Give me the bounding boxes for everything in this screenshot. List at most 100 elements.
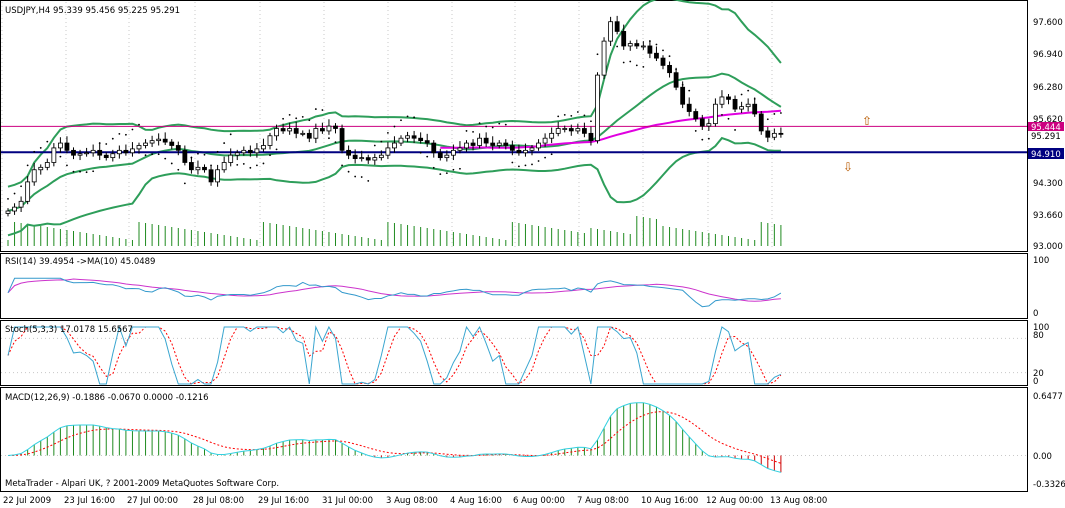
bull-candle (287, 128, 293, 132)
bull-candle (77, 153, 83, 156)
sar-dot (308, 119, 311, 122)
bull-candle (457, 147, 463, 151)
x-tick-label: 27 Jul 00:00 (127, 496, 178, 506)
bear-candle (365, 157, 371, 161)
y-tick-label: 94.300 (1033, 179, 1063, 189)
bull-candle (771, 132, 777, 138)
bull-candle (536, 142, 541, 149)
sar-dot (426, 155, 429, 158)
sar-dot (766, 118, 769, 121)
bull-candle (241, 149, 247, 154)
bull-candle (595, 74, 600, 142)
sar-dot (524, 164, 527, 167)
bull-candle (254, 148, 260, 154)
bear-candle (431, 142, 437, 154)
x-tick-label: 3 Aug 08:00 (386, 496, 438, 506)
x-tick-label: 6 Aug 00:00 (513, 496, 565, 506)
bear-candle (306, 132, 312, 139)
bull-candle (18, 200, 24, 208)
sar-dot (498, 122, 501, 125)
sar-dot (256, 164, 258, 167)
sar-dot (144, 154, 147, 157)
bear-candle (162, 138, 168, 143)
bear-candle (667, 64, 672, 74)
sar-dot (780, 112, 782, 114)
bull-candle (149, 140, 155, 144)
sar-dot (46, 140, 49, 143)
sar-dot (242, 163, 245, 165)
sar-dot (269, 154, 271, 157)
sar-dot (459, 167, 461, 170)
bull-candle (378, 154, 384, 159)
bull-candle (84, 152, 89, 155)
bear-candle (437, 152, 443, 159)
sar-dot (413, 116, 415, 119)
sar-dot (550, 153, 553, 156)
macd-y-tick: -0.3326 (1033, 480, 1065, 490)
bear-candle (123, 149, 129, 154)
bull-candle (496, 142, 502, 146)
bear-candle (726, 96, 731, 100)
bull-candle (398, 137, 404, 144)
sar-dot (622, 61, 625, 64)
rsi-y-tick: 0 (1033, 309, 1038, 319)
sar-dot (66, 164, 68, 167)
sar-dot (478, 122, 481, 125)
x-tick-label: 4 Aug 16:00 (450, 496, 502, 506)
sar-dot (419, 151, 422, 154)
sar-dot (387, 131, 389, 134)
bear-candle (411, 135, 417, 139)
sar-dot (314, 108, 317, 110)
sar-dot (354, 175, 357, 178)
bull-candle (234, 152, 240, 156)
sar-dot (511, 161, 514, 164)
sar-dot (747, 89, 750, 92)
sar-dot (26, 164, 29, 167)
sar-dot (740, 93, 743, 96)
bear-candle (64, 142, 70, 151)
bull-candle (116, 149, 122, 155)
sar-dot (275, 148, 278, 151)
bear-candle (175, 145, 181, 151)
bull-candle (739, 106, 744, 110)
sar-dot (39, 147, 42, 149)
sar-dot (727, 117, 730, 120)
bear-candle (582, 128, 587, 134)
x-axis: 22 Jul 2009 23 Jul 16:00 27 Jul 00:00 28… (3, 496, 827, 506)
bull-candle (464, 142, 469, 149)
sar-dot (183, 182, 186, 185)
bear-candle (319, 128, 325, 132)
bull-candle (90, 149, 96, 154)
sar-dot (59, 155, 62, 158)
bear-candle (516, 149, 522, 154)
bear-candle (339, 128, 345, 151)
bull-candle (313, 128, 319, 139)
sar-dot (734, 129, 736, 131)
bull-candle (25, 181, 31, 202)
bull-candle (640, 45, 646, 48)
bear-candle (247, 149, 253, 154)
sar-dot (203, 153, 206, 156)
bull-candle (31, 169, 37, 183)
sar-dot (301, 115, 304, 118)
sar-dot (288, 114, 291, 116)
arrow-down-icon: ⇩ (843, 160, 853, 174)
sar-dot (537, 160, 540, 162)
bear-candle (752, 103, 758, 115)
bull-candle (12, 206, 17, 212)
sar-dot (360, 176, 363, 178)
bull-candle (359, 157, 365, 160)
bull-candle (136, 145, 142, 150)
bear-candle (103, 154, 109, 159)
main-panel-header: USDJPY,H4 95.339 95.456 95.225 95.291 (5, 6, 180, 16)
bear-candle (333, 125, 338, 129)
bear-candle (680, 86, 686, 105)
bull-candle (261, 145, 266, 150)
bull-candle (228, 154, 234, 163)
bull-candle (215, 169, 221, 183)
bull-candle (627, 43, 633, 47)
sar-dot (72, 170, 75, 173)
copyright-text: MetaTrader - Alpari UK, ? 2001-2009 Meta… (5, 479, 279, 489)
bear-candle (758, 113, 764, 132)
sar-dot (629, 60, 632, 63)
